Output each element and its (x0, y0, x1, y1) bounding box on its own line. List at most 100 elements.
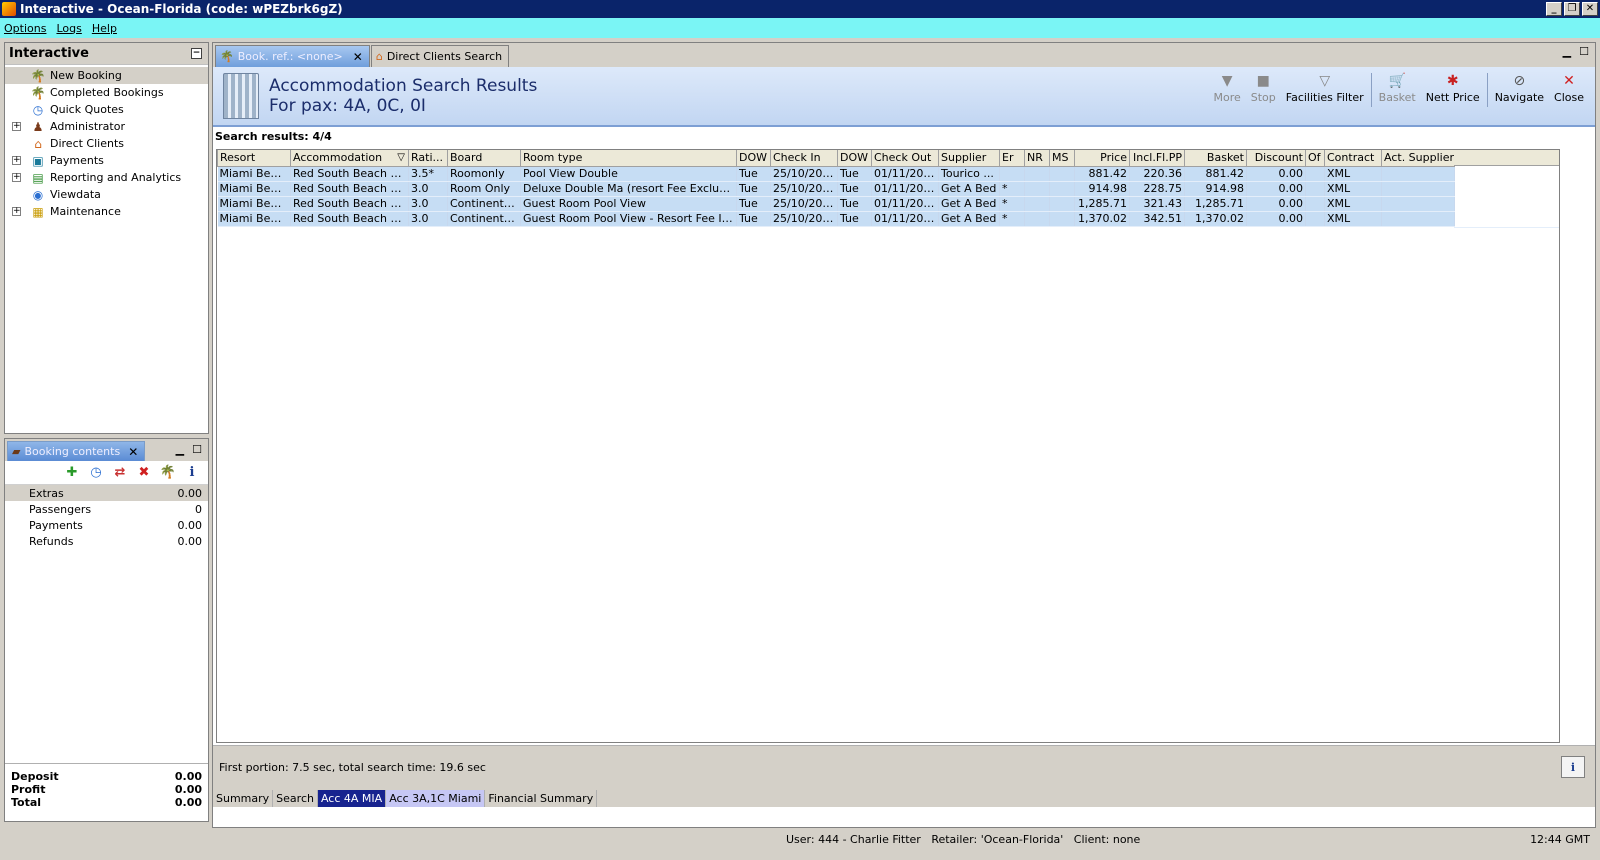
close-icon[interactable]: ✕ (128, 445, 138, 459)
column-header[interactable]: MS (1049, 150, 1075, 167)
booking-contents-tab[interactable]: ▰ Booking contents ✕ (7, 441, 146, 461)
add-icon[interactable]: ✚ (64, 465, 80, 481)
palm-tree-icon[interactable]: 🌴 (160, 465, 176, 481)
column-header[interactable]: Check Out (871, 150, 939, 167)
table-cell: * (999, 196, 1025, 212)
nav-item-maintenance[interactable]: + ▦ Maintenance (5, 203, 208, 220)
expand-icon[interactable]: + (12, 156, 21, 165)
column-header[interactable]: Basket (1184, 150, 1247, 167)
close-button[interactable]: ✕ Close (1549, 71, 1589, 104)
collapse-icon[interactable]: − (191, 48, 202, 59)
table-row[interactable]: Miami Beac... Red South Beach Hotel 3.5* Ro… (217, 166, 1455, 182)
house-icon: ⌂ (375, 50, 383, 63)
column-header[interactable]: Board (447, 150, 521, 167)
bottom-tab-financial-summary[interactable]: Financial Summary (485, 789, 598, 807)
nav-item-new-booking[interactable]: 🌴 New Booking (5, 67, 208, 84)
table-cell: Red South Beach Hotel (290, 211, 409, 227)
nav-item-label: Direct Clients (50, 137, 125, 150)
window-title: Interactive - Ocean-Florida (code: wPEZb… (20, 2, 343, 16)
table-cell: Continental... (447, 211, 521, 227)
column-header[interactable]: Supplier (938, 150, 1000, 167)
column-header[interactable]: Resort (217, 150, 291, 167)
column-header[interactable]: Er (999, 150, 1025, 167)
table-cell: 0.00 (1246, 166, 1306, 182)
column-header[interactable]: Discount (1246, 150, 1306, 167)
column-header[interactable]: Incl.Fl.PP (1129, 150, 1185, 167)
nett-price-button[interactable]: ✱ Nett Price (1421, 71, 1485, 104)
booking-row-extras[interactable]: Extras 0.00 (5, 485, 208, 501)
restore-button[interactable]: ❐ (1564, 2, 1580, 16)
house-icon: ⌂ (34, 136, 42, 151)
column-header[interactable]: Rati... (408, 150, 448, 167)
deposit-value: 0.00 (174, 770, 202, 783)
tab-book-ref[interactable]: 🌴 Book. ref.: <none> ✕ (215, 45, 370, 67)
nav-item-direct-clients[interactable]: ⌂ Direct Clients (5, 135, 208, 152)
table-cell: Pool View Double (520, 166, 737, 182)
clock-icon[interactable]: ◷ (88, 465, 104, 481)
results-grid: Resort Accommodation ▽ Rati... Board Room typ… (216, 149, 1560, 743)
table-cell: 342.51 (1129, 211, 1185, 227)
nav-item-reporting[interactable]: + ▤ Reporting and Analytics (5, 169, 208, 186)
maximize-panel-icon[interactable]: ☐ (192, 443, 202, 456)
bottom-tabs: Summary Search Acc 4A MIA Acc 3A,1C Miam… (213, 789, 1595, 807)
palm-tree-icon: 🌴 (30, 85, 46, 100)
facilities-filter-button[interactable]: ▽ Facilities Filter (1281, 71, 1369, 104)
column-header[interactable]: Check In (770, 150, 838, 167)
nav-item-viewdata[interactable]: ◉ Viewdata (5, 186, 208, 203)
column-header[interactable]: Act. Supplier (1381, 150, 1455, 167)
expand-icon[interactable]: + (12, 207, 21, 216)
table-cell: 01/11/2016 (871, 181, 939, 197)
menu-logs[interactable]: Logs (56, 22, 81, 35)
booking-row-passengers[interactable]: Passengers 0 (5, 501, 208, 517)
menu-options[interactable]: Options (4, 22, 46, 35)
tab-direct-clients-search[interactable]: ⌂ Direct Clients Search (370, 45, 510, 67)
column-header[interactable]: DOW (837, 150, 872, 167)
table-cell: Get A Bed (938, 181, 1000, 197)
bottom-tab-search[interactable]: Search (273, 789, 318, 807)
bottom-tab-acc-4a-mia[interactable]: Acc 4A MIA (317, 789, 387, 807)
table-cell: Get A Bed (938, 211, 1000, 227)
transfer-icon[interactable]: ⇄ (112, 465, 128, 481)
table-cell (1049, 166, 1075, 182)
column-header[interactable]: Contract (1324, 150, 1382, 167)
bottom-tab-summary[interactable]: Summary (213, 789, 274, 807)
close-window-button[interactable]: ✕ (1582, 2, 1598, 16)
booking-row-payments[interactable]: Payments 0.00 (5, 517, 208, 533)
maximize-panel-icon[interactable]: ☐ (1579, 45, 1589, 58)
nav-item-payments[interactable]: + ▣ Payments (5, 152, 208, 169)
table-row[interactable]: Miami Beac... Red South Beach Hotel 3.0 Roo… (217, 181, 1455, 197)
column-header[interactable]: NR (1024, 150, 1050, 167)
nav-item-completed-bookings[interactable]: 🌴 Completed Bookings (5, 84, 208, 101)
table-cell: Miami Beac... (217, 211, 291, 227)
expand-icon[interactable]: + (12, 173, 21, 182)
column-filter-icon[interactable]: ▽ (397, 152, 405, 163)
bottom-tab-acc-3a-1c-miami[interactable]: Acc 3A,1C Miami (386, 789, 486, 807)
column-header[interactable]: Room type (520, 150, 737, 167)
expand-icon[interactable]: + (12, 122, 21, 131)
table-cell: 1,285.71 (1074, 196, 1130, 212)
menu-help[interactable]: Help (92, 22, 117, 35)
table-row[interactable]: Miami Beac... Red South Beach Hotel 3.0 Con… (217, 211, 1455, 227)
minimize-button[interactable]: _ (1546, 2, 1562, 16)
close-icon[interactable]: ✕ (353, 50, 363, 64)
booking-row-value: 0.00 (177, 518, 203, 532)
booking-row-refunds[interactable]: Refunds 0.00 (5, 533, 208, 549)
column-header[interactable]: Price (1074, 150, 1130, 167)
nav-item-quick-quotes[interactable]: ◷ Quick Quotes (5, 101, 208, 118)
info-icon[interactable]: i (184, 465, 200, 481)
table-cell: 228.75 (1129, 181, 1185, 197)
minimize-panel-icon[interactable]: ▁ (1563, 45, 1571, 58)
column-header[interactable]: Of (1305, 150, 1325, 167)
nav-item-administrator[interactable]: + ♟ Administrator (5, 118, 208, 135)
delete-icon[interactable]: ✖ (136, 465, 152, 481)
column-header[interactable]: Accommodation ▽ (290, 150, 409, 167)
more-button[interactable]: ▼ More (1208, 71, 1245, 104)
table-row[interactable]: Miami Beac... Red South Beach Hotel 3.0 Con… (217, 196, 1455, 212)
minimize-panel-icon[interactable]: ▁ (176, 443, 184, 456)
column-header[interactable]: DOW (736, 150, 771, 167)
nett-price-label: Nett Price (1425, 91, 1480, 104)
stop-button[interactable]: ■ Stop (1246, 71, 1281, 104)
basket-button[interactable]: 🛒 Basket (1374, 71, 1421, 104)
navigate-button[interactable]: ⊘ Navigate (1490, 71, 1549, 104)
info-button[interactable]: i (1561, 756, 1585, 778)
